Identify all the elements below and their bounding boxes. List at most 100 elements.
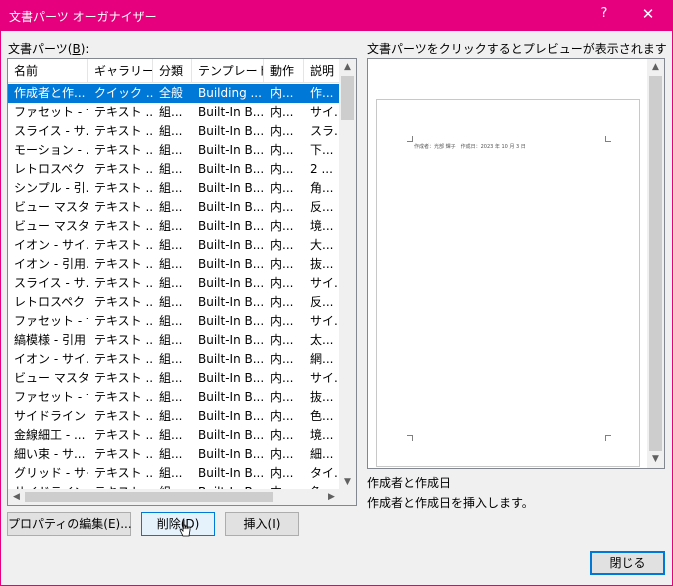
building-blocks-list[interactable]: 名前 ギャラリー 分類 テンプレート 動作 説明 作成者と作... クイック ..… (7, 58, 357, 506)
list-item[interactable]: ビュー マスター... テキスト ... 組... Built-In B... 内...… (8, 217, 340, 236)
cell-category: 組... (159, 162, 183, 176)
cell-name: イオン - 引用... (14, 257, 88, 271)
list-vertical-scrollbar[interactable]: ▲ ▼ (339, 59, 356, 491)
cell-gallery: テキスト ... (94, 257, 153, 271)
preview-vertical-scrollbar[interactable]: ▲ ▼ (647, 59, 664, 468)
scroll-right-arrow-icon[interactable]: ▶ (323, 489, 340, 505)
selected-part-description: 作成者と作成日を挿入します。 (367, 496, 534, 510)
cell-gallery: テキスト ... (94, 352, 153, 366)
cell-description: 抜... (310, 390, 334, 404)
cell-description: 太... (310, 333, 334, 347)
cell-behavior: 内... (270, 352, 294, 366)
help-button[interactable]: ? (593, 6, 615, 26)
cell-category: 組... (159, 333, 183, 347)
list-item[interactable]: ファセット - サ... テキスト ... 組... Built-In B... 内..… (8, 103, 340, 122)
edit-properties-button[interactable]: プロパティの編集(E)... (7, 512, 132, 536)
column-header-name[interactable]: 名前 (8, 59, 88, 83)
cell-category: 組... (159, 238, 183, 252)
column-header-category[interactable]: 分類 (153, 59, 192, 83)
cell-description: 2 ... (310, 162, 333, 176)
list-horizontal-scrollbar[interactable]: ◀ ▶ (8, 489, 340, 505)
list-item[interactable]: イオン - サイ... テキスト ... 組... Built-In B... 内...… (8, 350, 340, 369)
cell-behavior: 内... (270, 447, 294, 461)
list-item[interactable]: スライス - サ... テキスト ... 組... Built-In B... 内...… (8, 122, 340, 141)
list-item[interactable]: モーション - ... テキスト ... 組... Built-In B... 内...… (8, 141, 340, 160)
column-header-behavior[interactable]: 動作 (264, 59, 304, 83)
list-item[interactable]: 細い束 - サ... テキスト ... 組... Built-In B... 内... 細… (8, 445, 340, 464)
cell-template: Built-In B... (198, 238, 264, 252)
cell-category: 組... (159, 276, 183, 290)
cell-category: 組... (159, 466, 183, 480)
cell-name: ファセット - サ... (14, 105, 88, 119)
insert-button[interactable]: 挿入(I) (225, 512, 299, 536)
cell-template: Built-In B... (198, 333, 264, 347)
list-item[interactable]: 縞模様 - 引用 テキスト ... 組... Built-In B... 内... 太..… (8, 331, 340, 350)
window-title: 文書パーツ オーガナイザー (9, 10, 157, 24)
cell-template: Built-In B... (198, 276, 264, 290)
list-item[interactable]: サイドライン - ... テキスト ... 組... Built-In B... 内..… (8, 407, 340, 426)
close-window-button[interactable]: ✕ (637, 5, 659, 25)
cell-behavior: 内... (270, 295, 294, 309)
cell-category: 組... (159, 124, 183, 138)
cell-description: 色... (310, 409, 334, 423)
scroll-thumb[interactable] (649, 76, 662, 451)
cell-gallery: テキスト ... (94, 124, 153, 138)
cell-gallery: テキスト ... (94, 390, 153, 404)
column-header-gallery[interactable]: ギャラリー (88, 59, 153, 83)
cell-template: Built-In B... (198, 124, 264, 138)
column-header-template[interactable]: テンプレート (192, 59, 264, 83)
list-item[interactable]: イオン - 引用... テキスト ... 組... Built-In B... 内...… (8, 255, 340, 274)
column-header-description[interactable]: 説明 (304, 59, 340, 83)
list-item[interactable]: グリッド - サイ... テキスト ... 組... Built-In B... 内..… (8, 464, 340, 483)
cell-template: Built-In B... (198, 352, 264, 366)
list-item[interactable]: 作成者と作... クイック ... 全般 Building ... 内... 作... (8, 84, 340, 103)
scroll-thumb[interactable] (341, 76, 354, 120)
list-item[interactable]: レトロスペクト... テキスト ... 組... Built-In B... 内... 2… (8, 160, 340, 179)
cell-name: 細い束 - サ... (14, 447, 86, 461)
cell-template: Built-In B... (198, 466, 264, 480)
cell-category: 組... (159, 390, 183, 404)
cell-template: Building ... (198, 86, 262, 100)
scroll-left-arrow-icon[interactable]: ◀ (8, 489, 25, 505)
cell-behavior: 内... (270, 143, 294, 157)
cell-description: 反... (310, 295, 334, 309)
cell-template: Built-In B... (198, 181, 264, 195)
list-item[interactable]: ビュー マスター... テキスト ... 組... Built-In B... 内...… (8, 369, 340, 388)
list-item[interactable]: スライス - サ... テキスト ... 組... Built-In B... 内...… (8, 274, 340, 293)
cell-behavior: 内... (270, 390, 294, 404)
cell-behavior: 内... (270, 181, 294, 195)
cell-template: Built-In B... (198, 428, 264, 442)
scroll-down-arrow-icon[interactable]: ▼ (647, 451, 664, 468)
scroll-thumb-horizontal[interactable] (25, 492, 273, 502)
close-button[interactable]: 閉じる (590, 551, 665, 575)
selected-part-name: 作成者と作成日 (367, 476, 452, 490)
cell-name: スライス - サ... (14, 124, 88, 138)
cell-behavior: 内... (270, 371, 294, 385)
scroll-up-arrow-icon[interactable]: ▲ (339, 59, 356, 76)
cell-category: 組... (159, 409, 183, 423)
cell-gallery: テキスト ... (94, 447, 153, 461)
list-item[interactable]: ファセット - サ... テキスト ... 組... Built-In B... 内..… (8, 388, 340, 407)
building-blocks-label: 文書パーツ(B): (8, 42, 90, 56)
cell-category: 組... (159, 352, 183, 366)
cell-name: レトロスペクト... (14, 162, 88, 176)
cell-template: Built-In B... (198, 390, 264, 404)
cell-gallery: テキスト ... (94, 314, 153, 328)
cell-description: サイ... (310, 105, 340, 119)
list-item[interactable]: ファセット - サ... テキスト ... 組... Built-In B... 内..… (8, 312, 340, 331)
list-item[interactable]: 金線細工 - ... テキスト ... 組... Built-In B... 内... 境… (8, 426, 340, 445)
cell-description: サイ... (310, 314, 340, 328)
cell-template: Built-In B... (198, 409, 264, 423)
cell-gallery: テキスト ... (94, 238, 153, 252)
list-item[interactable]: レトロスペクト... テキスト ... 組... Built-In B... 内... 反… (8, 293, 340, 312)
list-item[interactable]: イオン - サイ... テキスト ... 組... Built-In B... 内...… (8, 236, 340, 255)
cell-category: 全般 (159, 86, 184, 100)
list-item[interactable]: ビュー マスター... テキスト ... 組... Built-In B... 内...… (8, 198, 340, 217)
scroll-up-arrow-icon[interactable]: ▲ (647, 59, 664, 76)
delete-button[interactable]: 削除(D) (141, 512, 215, 536)
cell-category: 組... (159, 143, 183, 157)
list-item[interactable]: シンプル - 引... テキスト ... 組... Built-In B... 内...… (8, 179, 340, 198)
cell-gallery: テキスト ... (94, 409, 153, 423)
cell-behavior: 内... (270, 200, 294, 214)
cell-template: Built-In B... (198, 105, 264, 119)
